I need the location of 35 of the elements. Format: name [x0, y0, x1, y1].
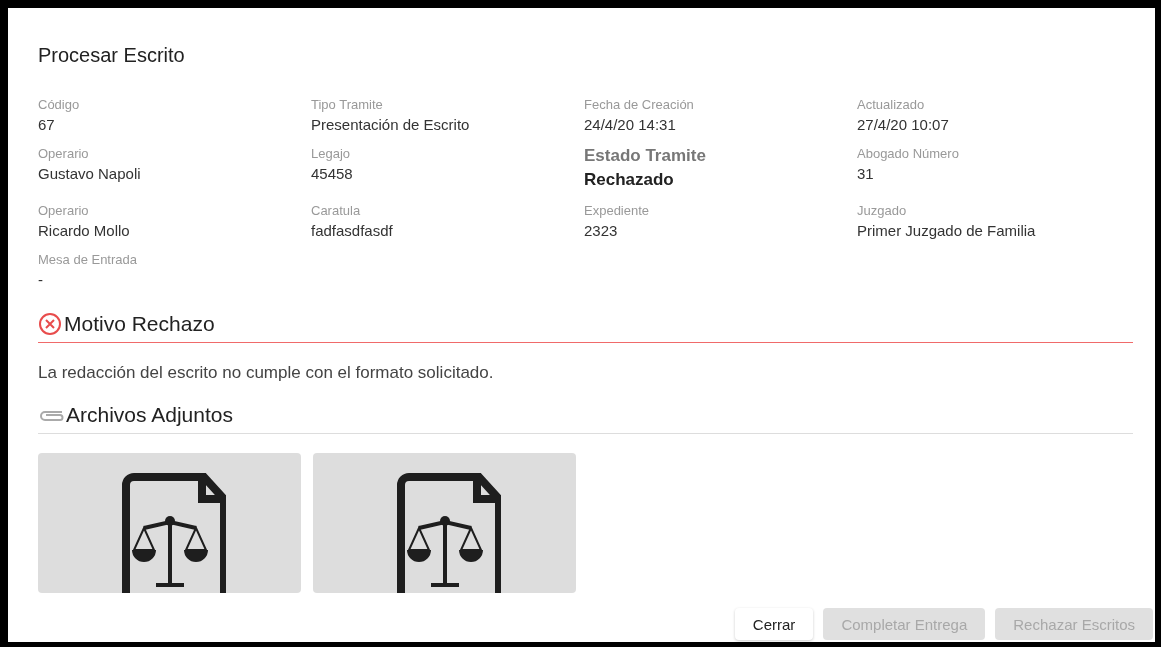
field-label: Operario	[38, 203, 90, 218]
field-label: Mesa de Entrada	[38, 252, 138, 267]
field-label: Tipo Tramite	[311, 97, 384, 112]
attachment-card[interactable]	[38, 453, 301, 593]
section-heading: Archivos Adjuntos	[66, 403, 233, 427]
field-value: 24/4/20 14:31	[584, 116, 677, 133]
field-value: 67	[38, 116, 56, 133]
field-value: Ricardo Mollo	[38, 222, 131, 239]
field-label: Legajo	[311, 146, 352, 161]
field-value: Presentación de Escrito	[311, 116, 471, 133]
field-label: Fecha de Creación	[584, 97, 695, 112]
field-label: Operario	[38, 146, 90, 161]
field-value: 45458	[311, 165, 354, 182]
field-value: -	[38, 271, 44, 288]
error-circle-icon	[38, 312, 62, 336]
field-value: fadfasdfasdf	[311, 222, 394, 239]
field-label: Código	[38, 97, 81, 112]
rejection-reason: La redacción del escrito no cumple con el formato solicitado.	[38, 363, 495, 383]
field-value: 2323	[584, 222, 619, 239]
attachment-card[interactable]	[313, 453, 576, 593]
field-label: Actualizado	[857, 97, 926, 112]
field-label: Expediente	[584, 203, 651, 218]
section-heading: Motivo Rechazo	[64, 312, 215, 336]
field-label: Caratula	[311, 203, 362, 218]
field-label: Estado Tramite	[584, 146, 707, 166]
field-label: Abogado Número	[857, 146, 960, 161]
field-value: Gustavo Napoli	[38, 165, 142, 182]
paperclip-icon	[38, 408, 64, 422]
field-value: 27/4/20 10:07	[857, 116, 950, 133]
action-button[interactable]: Cerrar	[734, 608, 814, 640]
status-value: Rechazado	[584, 170, 675, 190]
field-value: 31	[857, 165, 875, 182]
field-label: Juzgado	[857, 203, 908, 218]
dialog-title: Procesar Escrito	[38, 44, 186, 67]
field-value: Primer Juzgado de Familia	[857, 222, 1037, 239]
